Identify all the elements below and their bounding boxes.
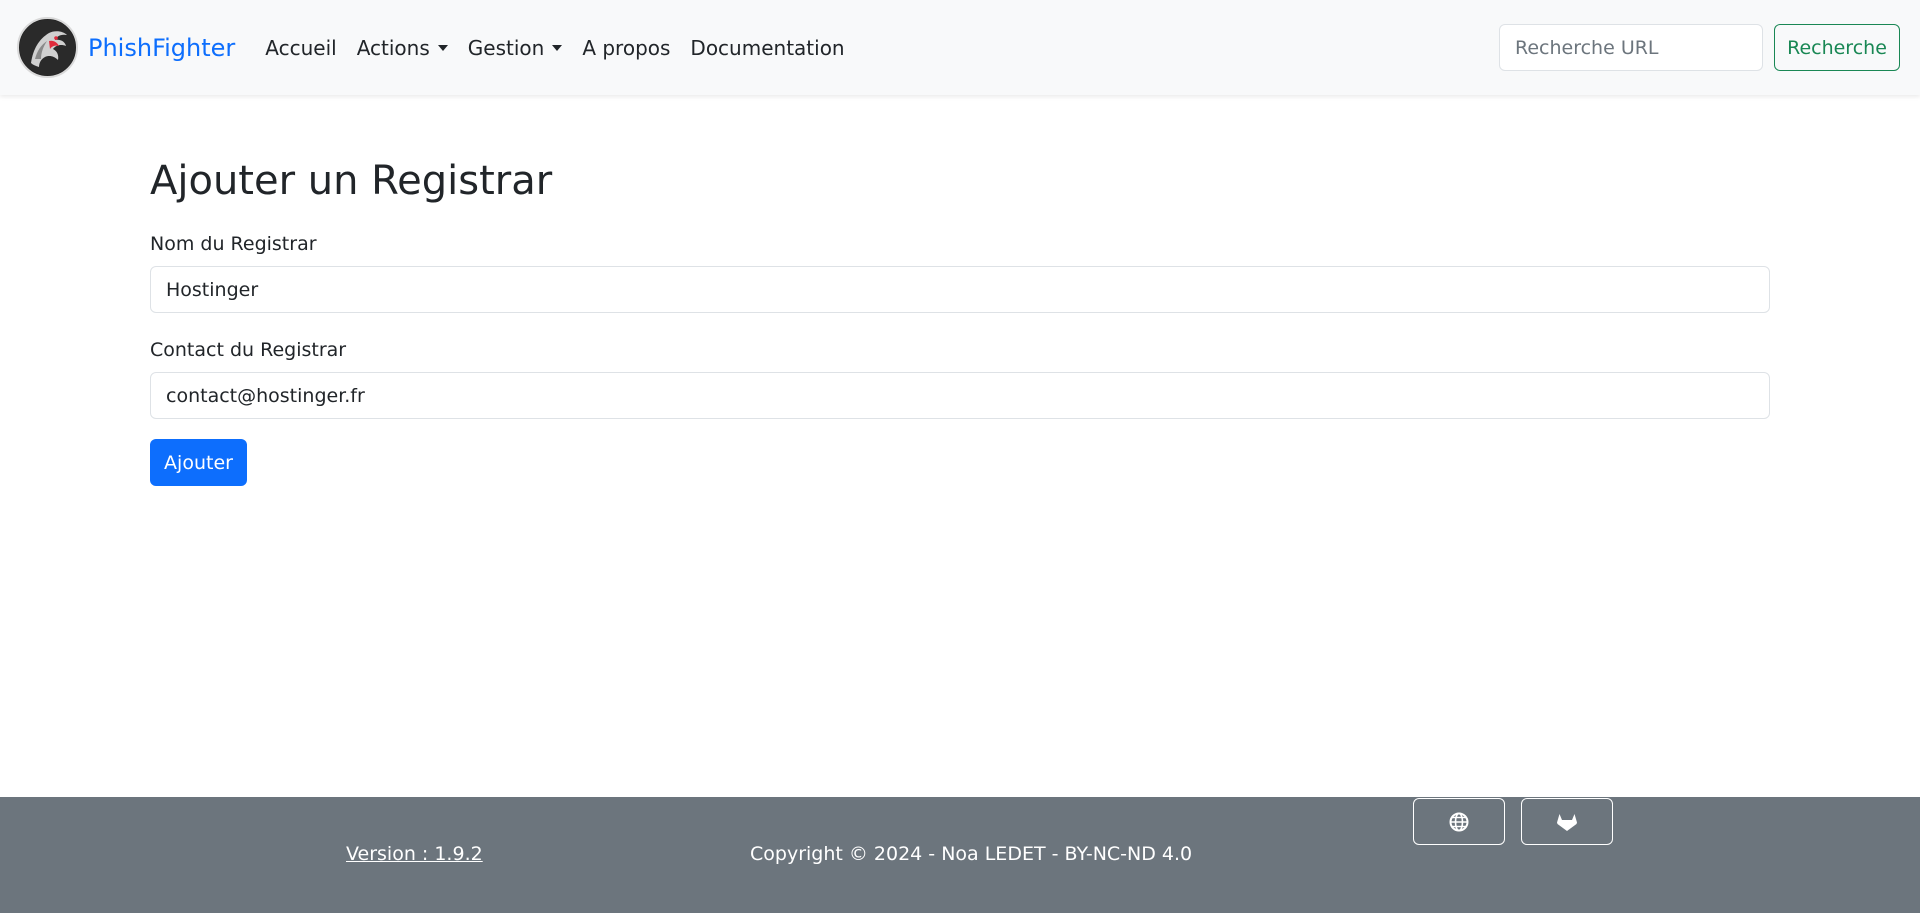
registrar-contact-label: Contact du Registrar xyxy=(150,339,347,361)
registrar-name-input[interactable] xyxy=(150,266,1770,313)
registrar-name-label: Nom du Registrar xyxy=(150,233,317,255)
nav-item-label: Actions xyxy=(356,35,430,60)
caret-down-icon xyxy=(552,44,563,51)
nav-item-a-propos[interactable]: A propos xyxy=(582,36,670,60)
gitlab-button[interactable] xyxy=(1521,798,1613,845)
registrar-contact-input[interactable] xyxy=(150,372,1770,419)
nav-item-label: A propos xyxy=(582,35,671,60)
add-button[interactable]: Ajouter xyxy=(150,439,247,486)
search-button[interactable]: Recherche xyxy=(1774,24,1900,71)
nav-item-actions[interactable]: Actions xyxy=(357,36,448,60)
copyright-text: Copyright © 2024 - Noa LEDET - BY-NC-ND … xyxy=(750,843,1193,865)
nav-item-accueil[interactable]: Accueil xyxy=(265,36,336,60)
nav-item-label: Documentation xyxy=(690,35,845,60)
navbar: PhishFighter Accueil Actions Gestion A p… xyxy=(0,0,1920,95)
version-link[interactable]: Version : 1.9.2 xyxy=(346,843,483,865)
dragon-logo-icon xyxy=(17,17,78,78)
globe-icon xyxy=(1449,812,1469,831)
search-url-input[interactable] xyxy=(1499,24,1763,71)
page-title: Ajouter un Registrar xyxy=(150,158,553,204)
nav-menu: Accueil Actions Gestion A propos Documen… xyxy=(255,36,854,60)
brand-link[interactable]: PhishFighter xyxy=(17,17,235,78)
brand-name[interactable]: PhishFighter xyxy=(88,34,235,62)
gitlab-icon xyxy=(1557,813,1577,831)
nav-item-gestion[interactable]: Gestion xyxy=(468,36,563,60)
footer: Version : 1.9.2 Copyright © 2024 - Noa L… xyxy=(0,797,1920,913)
nav-item-documentation[interactable]: Documentation xyxy=(690,36,844,60)
nav-item-label: Gestion xyxy=(467,35,545,60)
main-content: Ajouter un Registrar Nom du Registrar Co… xyxy=(150,150,1770,486)
website-button[interactable] xyxy=(1413,798,1505,845)
nav-item-label: Accueil xyxy=(265,35,337,60)
caret-down-icon xyxy=(437,44,448,51)
search-form: Recherche xyxy=(1499,24,1900,71)
